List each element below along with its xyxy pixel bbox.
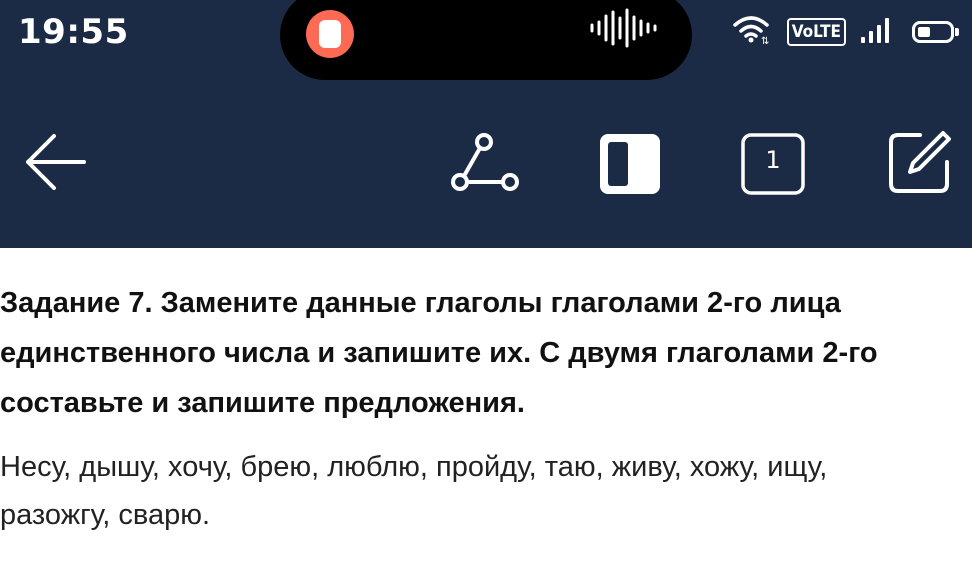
battery-icon	[912, 21, 959, 43]
task-heading: Задание 7. Замените данные глаголы глаго…	[0, 278, 972, 428]
share-nodes-icon	[450, 133, 522, 198]
volte-badge: VoLTE	[786, 18, 846, 46]
page-counter-button[interactable]: 1	[740, 132, 806, 196]
task-line: составьте и запишите предложения.	[0, 387, 525, 419]
page-counter-value: 1	[765, 146, 781, 174]
back-button[interactable]	[22, 132, 88, 196]
edit-button[interactable]	[886, 130, 952, 200]
screen-record-icon[interactable]	[306, 10, 354, 58]
dynamic-island[interactable]	[280, 0, 692, 80]
status-time: 19:55	[18, 12, 129, 52]
verb-line: Несу, дышу, хочу, брею, люблю, пройду, т…	[0, 451, 828, 483]
svg-text:⇅: ⇅	[761, 36, 769, 45]
task-line: единственного числа и запишите их. С дву…	[0, 337, 878, 369]
status-icons: ⇅ VoLTE	[733, 10, 959, 54]
app-header: 19:55 ⇅ VoLTE 1	[0, 0, 972, 248]
document-content[interactable]: Задание 7. Замените данные глаголы глаго…	[0, 248, 972, 565]
reading-mode-icon	[598, 134, 662, 200]
page-counter-icon: 1	[740, 132, 806, 196]
edit-icon	[886, 131, 952, 200]
verb-list: Несу, дышу, хочу, брею, люблю, пройду, т…	[0, 443, 972, 539]
signal-bars-icon	[860, 15, 898, 49]
wifi-icon: ⇅	[733, 15, 773, 49]
verb-line: разожгу, сварю.	[0, 499, 211, 531]
share-button[interactable]	[450, 132, 522, 198]
task-line: Задание 7. Замените данные глаголы глаго…	[0, 287, 841, 319]
reading-mode-button[interactable]	[598, 132, 662, 200]
back-arrow-icon	[22, 134, 88, 196]
audio-waveform-icon	[588, 8, 660, 52]
